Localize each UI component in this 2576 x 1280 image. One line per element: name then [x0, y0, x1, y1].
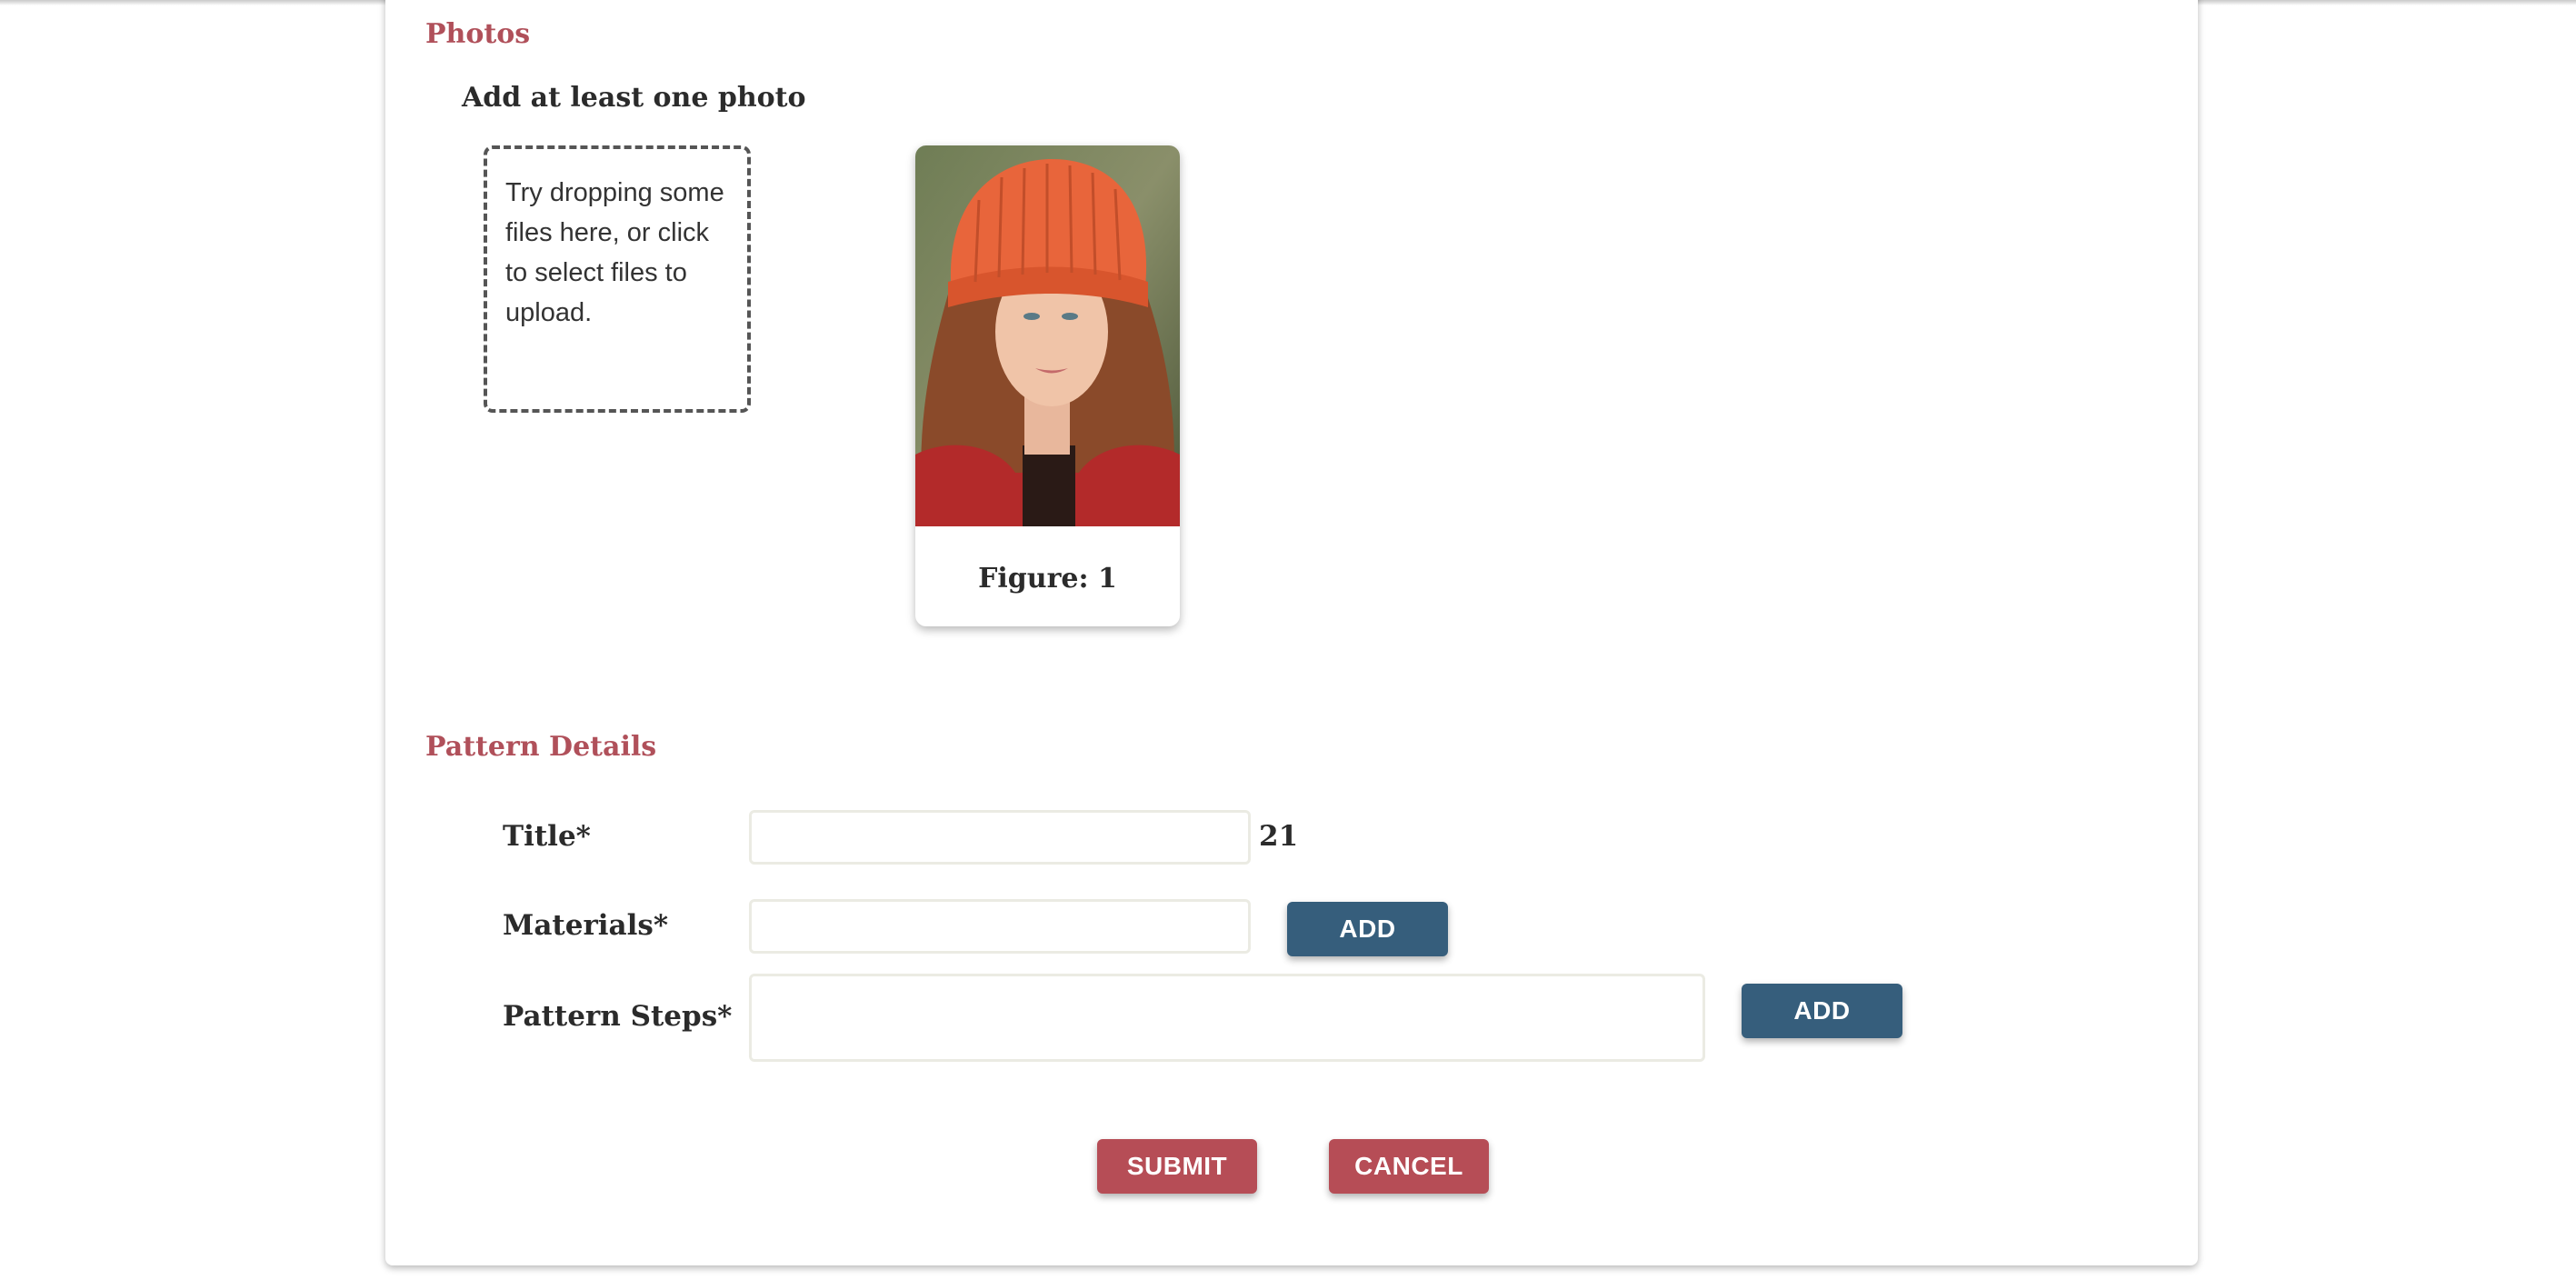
submit-button[interactable]: SUBMIT — [1097, 1139, 1257, 1194]
figure-caption: Figure: 1 — [978, 563, 1117, 595]
title-label: Title* — [503, 820, 591, 853]
dropzone-text: Try dropping some files here, or click t… — [505, 178, 724, 327]
title-input[interactable] — [749, 810, 1251, 865]
title-char-counter: 21 — [1259, 820, 1299, 853]
pattern-steps-label: Pattern Steps* — [503, 1000, 733, 1033]
add-material-button[interactable]: ADD — [1287, 902, 1448, 956]
pattern-details-title: Pattern Details — [425, 731, 657, 763]
photos-section-title: Photos — [425, 18, 531, 50]
materials-label: Materials* — [503, 909, 669, 942]
photo-instruction: Add at least one photo — [462, 82, 806, 114]
cancel-button[interactable]: CANCEL — [1329, 1139, 1489, 1194]
add-step-button[interactable]: ADD — [1742, 984, 1902, 1038]
materials-input[interactable] — [749, 899, 1251, 954]
pattern-steps-input[interactable] — [749, 974, 1705, 1062]
uploaded-photo — [915, 145, 1180, 526]
photo-figure-card[interactable]: Figure: 1 — [915, 145, 1180, 626]
photo-dropzone[interactable]: Try dropping some files here, or click t… — [484, 145, 751, 413]
